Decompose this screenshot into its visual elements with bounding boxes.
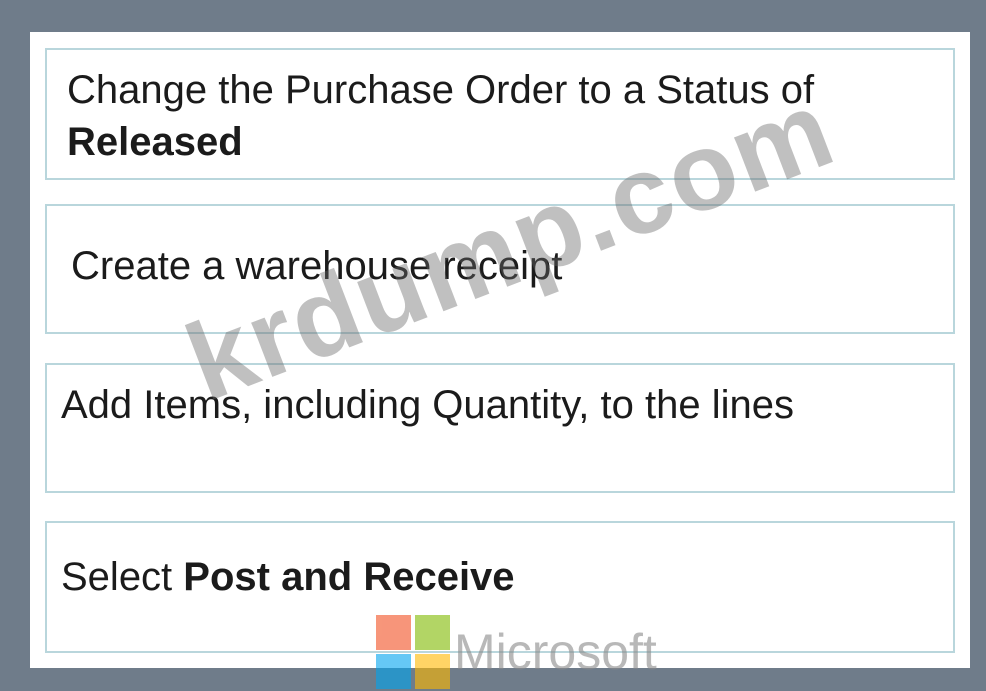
step-post-and-receive[interactable]: Select Post and Receive [45,521,955,653]
answer-panel: Change the Purchase Order to a Status of… [30,32,970,668]
step-label: Change the Purchase Order to a Status of… [67,68,815,164]
step-create-warehouse-receipt[interactable]: Create a warehouse receipt [45,204,955,334]
step-change-po-status[interactable]: Change the Purchase Order to a Status of… [45,48,955,180]
step-label: Add Items, including Quantity, to the li… [61,383,794,427]
step-label: Create a warehouse receipt [71,244,563,288]
step-label: Select Post and Receive [61,555,515,599]
step-add-items[interactable]: Add Items, including Quantity, to the li… [45,363,955,493]
